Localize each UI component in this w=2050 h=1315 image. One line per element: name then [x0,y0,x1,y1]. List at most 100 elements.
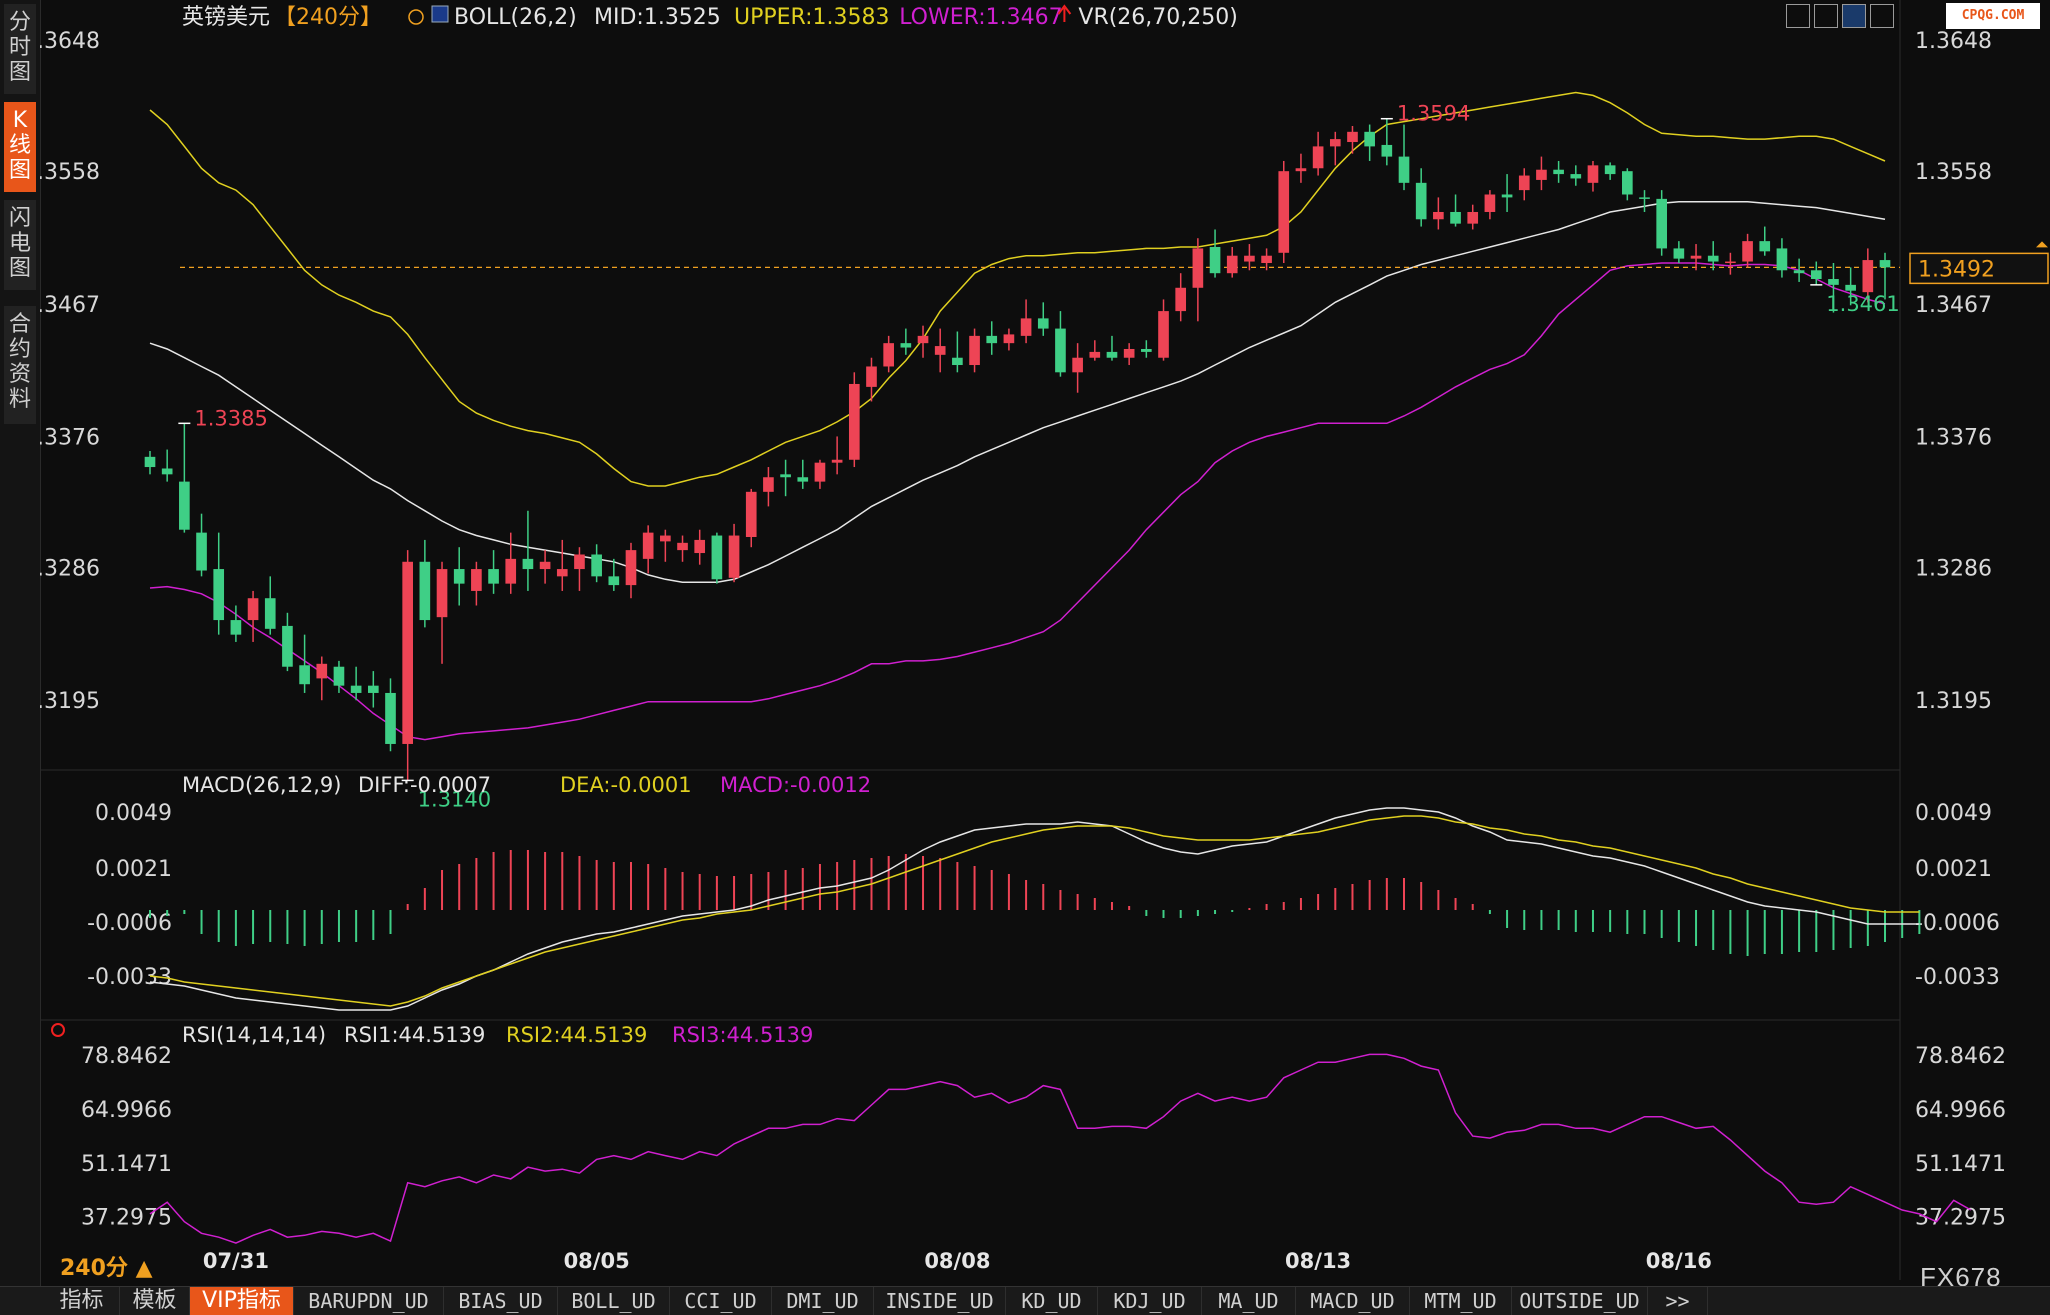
header-upper: UPPER:1.3583 [734,5,890,30]
macd-tick-right: 0.0049 [1915,801,1992,826]
price-tick-left: 1.3195 [40,689,100,714]
candle-body [814,462,826,482]
indicator-tab-12[interactable]: MACD_UD [1296,1287,1410,1315]
indicator-tab-13[interactable]: MTM_UD [1410,1287,1512,1315]
indicator-icon[interactable] [1842,4,1866,28]
candle-body [642,532,654,559]
chart-svg[interactable]: 1.3648 1.3648 1.3558 1.3558 1.3467 1.3467 1.33… [40,0,2050,1286]
macd-tick-right: -0.0033 [1915,965,2000,990]
candle-body [522,558,534,570]
price-tick-right: 1.3195 [1915,689,1992,714]
candle-body [1226,255,1238,274]
date-tick: 08/08 [924,1249,990,1273]
indicator-tab-1[interactable]: 模板 [120,1287,190,1315]
candle-body [402,561,413,744]
candle-body [1518,175,1530,191]
tab-time-chart[interactable]: 分时图 [4,4,36,94]
candle-body [608,576,620,586]
candle-body [556,569,568,577]
candle-body [1055,328,1066,373]
rsi2-label: RSI2:44.5139 [506,1023,647,1047]
macd-title: MACD(26,12,9) [182,773,342,797]
rsi-tick-left: 64.9966 [81,1098,172,1123]
candle-body [831,459,843,463]
indicator-tab-11[interactable]: MA_UD [1202,1287,1296,1315]
candle-body [1776,248,1788,271]
tab-contract-info[interactable]: 合约资料 [4,306,36,424]
indicator-tab-4[interactable]: BIAS_UD [444,1287,558,1315]
high-price-label: 1.3594 [1397,102,1470,126]
indicator-tab-14[interactable]: OUTSIDE_UD [1512,1287,1648,1315]
header-lower: LOWER:1.3467 [899,5,1062,30]
macd-tick-right: -0.0006 [1915,911,2000,936]
indicator-tab-15[interactable]: >> [1648,1287,1708,1315]
candle-body [1141,348,1152,352]
candle-body [1828,279,1839,285]
candle-body [1106,351,1118,358]
price-tick-right: 1.3467 [1915,293,1992,318]
crosshair-icon[interactable] [1786,4,1810,28]
indicator-tab-10[interactable]: KDJ_UD [1098,1287,1202,1315]
candle-body [797,477,809,482]
candle-body [539,561,551,570]
candle-body [591,554,602,577]
candle-body [986,335,998,344]
indicator-tab-2[interactable]: VIP指标 [190,1287,294,1315]
indicator-tab-3[interactable]: BARUPDN_UD [294,1287,444,1315]
macd-dea-label: DEA:-0.0001 [560,773,692,797]
candle-body [453,569,465,584]
price-tick-left: 1.3467 [40,293,100,318]
indicator-tab-bar: 指标 模板 VIP指标 BARUPDN_UD BIAS_UD BOLL_UD CCI_UD D… [0,1286,2050,1315]
candle-body [350,685,362,693]
macd-tick-left: 0.0049 [95,801,172,826]
indicator-tab-7[interactable]: DMI_UD [772,1287,874,1315]
candle-body [1312,146,1324,169]
candle-body [385,692,396,744]
candle-body [1415,182,1427,220]
rsi-tick-right: 78.8462 [1915,1044,2006,1069]
candle-body [1003,334,1015,344]
candle-body [247,598,259,621]
candle-body [179,481,190,530]
chart-area[interactable]: 1.3648 1.3648 1.3558 1.3558 1.3467 1.3467 1.33… [40,0,2050,1286]
candle-body [694,539,706,554]
price-tick-left: 1.3376 [40,425,100,450]
settings-dot-icon [51,1023,65,1037]
candle-body [1742,241,1753,262]
price-tick-right: 1.3286 [1915,557,1992,582]
rsi-tick-left: 51.1471 [81,1152,172,1177]
indicator-tab-9[interactable]: KD_UD [1006,1287,1098,1315]
candle-body [728,535,740,578]
candle-body [1433,211,1444,220]
candle-body [1484,194,1496,212]
indicator-tab-8[interactable]: INSIDE_UD [874,1287,1006,1315]
date-tick: 07/31 [203,1249,269,1273]
candle-body [1656,198,1668,249]
candle-body [1123,348,1135,358]
header-mid: MID:1.3525 [594,5,721,30]
macd-tick-left: 0.0021 [95,857,172,882]
tab-k-line[interactable]: K线图 [4,102,36,192]
tab-flash-chart[interactable]: 闪电图 [4,200,36,290]
indicator-tab-0[interactable]: 指标 [44,1287,120,1315]
macd-tick-left: -0.0006 [87,911,172,936]
candle-body [917,335,929,344]
candle-body [436,569,448,618]
period-label[interactable]: 240分 ▲ [60,1250,153,1282]
candle-body [866,366,877,387]
candle-body [1450,211,1461,224]
candle-body [1398,156,1410,183]
candle-body [1364,131,1375,147]
candle-body [848,383,860,460]
boll-chart-icon [431,5,449,23]
candle-body [144,456,156,468]
candle-body [1707,255,1719,262]
candle-body [1570,174,1582,179]
candle-body [934,346,946,355]
indicator-tab-6[interactable]: CCI_UD [670,1287,772,1315]
candle-body [1158,311,1169,358]
boll-upper-line [149,91,1886,487]
indicator-tab-5[interactable]: BOLL_UD [558,1287,670,1315]
candle-type-icon[interactable] [1814,4,1838,28]
fullscreen-icon[interactable] [1870,4,1894,28]
